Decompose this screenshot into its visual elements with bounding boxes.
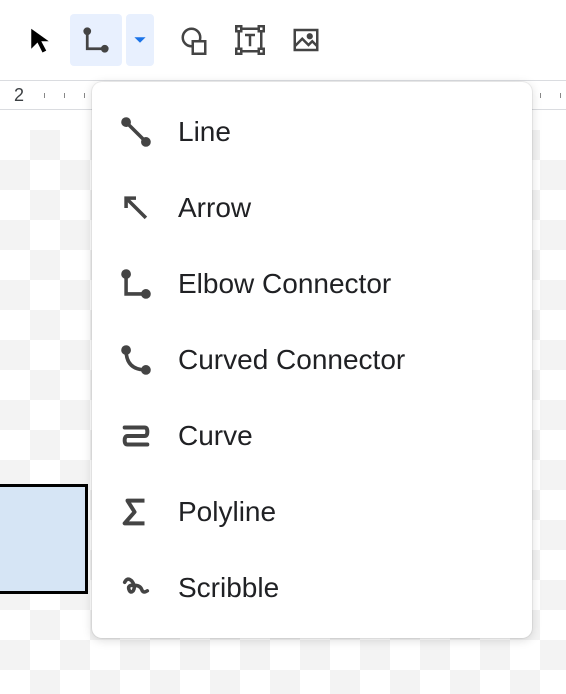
image-tool-button[interactable] <box>280 14 332 66</box>
menu-item-arrow[interactable]: Arrow <box>92 170 532 246</box>
menu-item-curved-connector[interactable]: Curved Connector <box>92 322 532 398</box>
canvas-shape[interactable] <box>0 484 88 594</box>
chevron-down-icon <box>133 33 147 47</box>
elbow-connector-icon <box>114 262 158 306</box>
line-icon <box>114 110 158 154</box>
textbox-icon <box>235 25 265 55</box>
menu-item-curve[interactable]: Curve <box>92 398 532 474</box>
cursor-icon <box>25 25 55 55</box>
scribble-icon <box>114 566 158 610</box>
polyline-icon <box>114 490 158 534</box>
line-tool-button[interactable] <box>70 14 122 66</box>
menu-item-line[interactable]: Line <box>92 94 532 170</box>
menu-item-elbow-connector[interactable]: Elbow Connector <box>92 246 532 322</box>
curved-connector-icon <box>114 338 158 382</box>
shape-tool-button[interactable] <box>168 14 220 66</box>
menu-item-label: Elbow Connector <box>178 268 391 300</box>
menu-item-label: Arrow <box>178 192 251 224</box>
shape-icon <box>179 25 209 55</box>
menu-item-label: Curve <box>178 420 253 452</box>
ruler-number: 2 <box>14 85 24 106</box>
line-tool-dropdown-menu: Line Arrow Elbow Connector <box>92 82 532 638</box>
line-tool-dropdown-button[interactable] <box>126 14 154 66</box>
menu-item-label: Line <box>178 116 231 148</box>
toolbar <box>0 0 566 80</box>
menu-item-label: Curved Connector <box>178 344 405 376</box>
menu-item-polyline[interactable]: Polyline <box>92 474 532 550</box>
image-icon <box>291 25 321 55</box>
elbow-line-icon <box>81 25 111 55</box>
menu-item-label: Scribble <box>178 572 279 604</box>
select-tool-button[interactable] <box>14 14 66 66</box>
menu-item-scribble[interactable]: Scribble <box>92 550 532 626</box>
textbox-tool-button[interactable] <box>224 14 276 66</box>
arrow-icon <box>114 186 158 230</box>
menu-item-label: Polyline <box>178 496 276 528</box>
curve-icon <box>114 414 158 458</box>
